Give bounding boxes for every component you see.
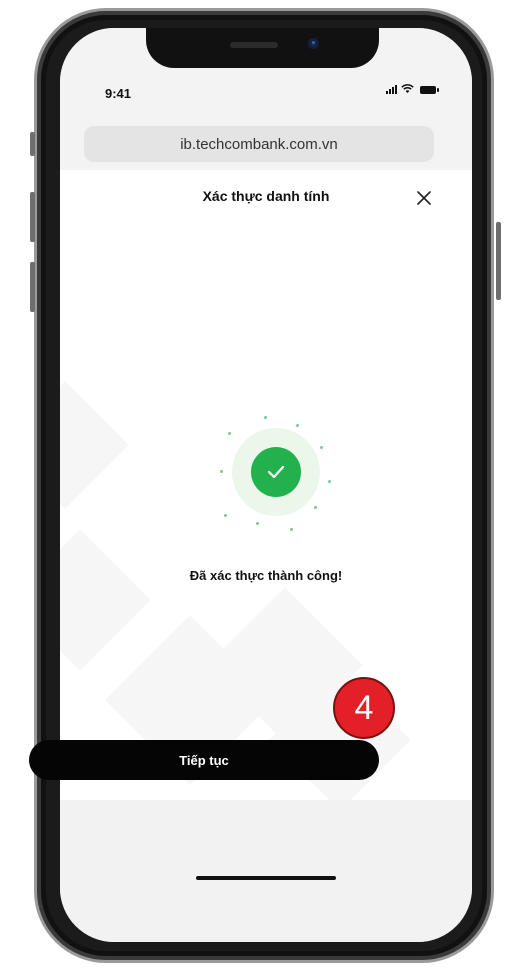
phone-notch: [146, 28, 379, 68]
signal-icon: [386, 84, 397, 94]
volume-down-button: [30, 262, 35, 312]
sparkle-dot: [320, 446, 323, 449]
identity-verification-page: Xác thực danh tính Đã xác thực thành côn…: [60, 170, 472, 800]
sparkle-dot: [256, 522, 259, 525]
success-message: Đã xác thực thành công!: [189, 568, 343, 583]
success-illustration: [210, 410, 340, 540]
page-title: Xác thực danh tính: [202, 188, 330, 204]
volume-up-button: [30, 192, 35, 242]
status-icons: [386, 84, 439, 94]
url-text: ib.techcombank.com.vn: [180, 135, 338, 153]
speaker-grille: [230, 42, 278, 48]
sparkle-dot: [314, 506, 317, 509]
camera-icon: [308, 38, 319, 49]
phone-screen: 9:41 ib.techcombank.com.vn Xác thực danh…: [60, 28, 472, 942]
address-bar[interactable]: ib.techcombank.com.vn: [84, 126, 434, 162]
sparkle-dot: [264, 416, 267, 419]
close-icon[interactable]: [414, 188, 434, 208]
sparkle-dot: [290, 528, 293, 531]
sparkle-dot: [220, 470, 223, 473]
sparkle-dot: [296, 424, 299, 427]
battery-icon: [420, 86, 439, 94]
wifi-icon: [401, 84, 414, 93]
background-pattern: [60, 381, 129, 509]
mute-switch: [30, 132, 35, 156]
background-pattern: [60, 529, 151, 671]
success-check-icon: [251, 447, 301, 497]
continue-button[interactable]: Tiếp tục: [29, 740, 379, 780]
sparkle-dot: [228, 432, 231, 435]
status-time: 9:41: [105, 86, 132, 101]
sparkle-dot: [328, 480, 331, 483]
step-number-badge: 4: [333, 677, 395, 739]
home-indicator[interactable]: [196, 876, 336, 880]
power-button: [496, 222, 501, 300]
bottom-bar: [60, 800, 472, 942]
sparkle-dot: [224, 514, 227, 517]
